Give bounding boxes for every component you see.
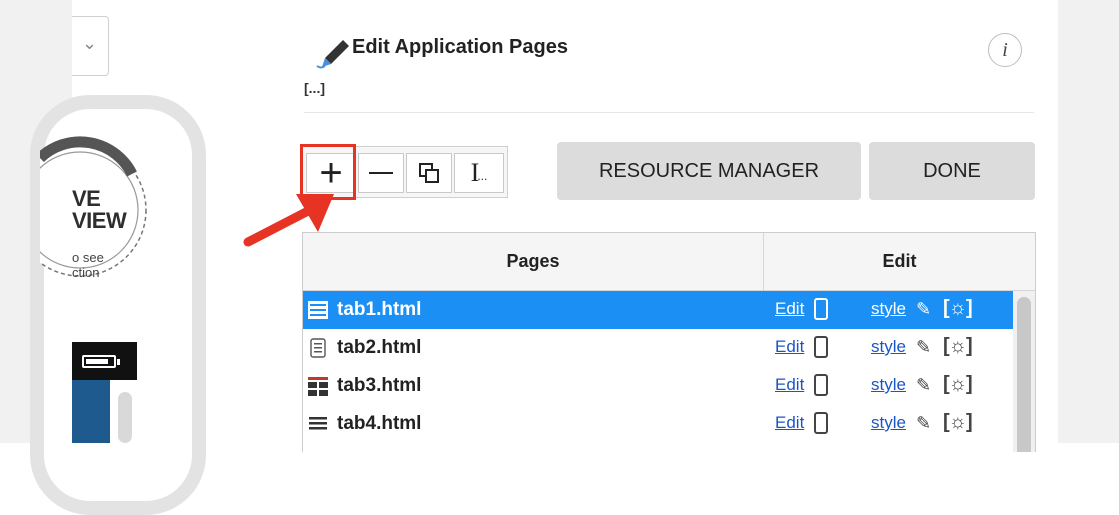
- table-row[interactable]: tab3.html Edit style ✎ [☼]: [303, 367, 1013, 405]
- table-scrollbar[interactable]: [1013, 291, 1035, 452]
- page-name: tab2.html: [337, 337, 422, 358]
- table-row[interactable]: tab1.html Edit style ✎ [☼]: [303, 291, 1013, 329]
- list-icon: [308, 301, 328, 319]
- table-header: Pages Edit: [303, 233, 1035, 291]
- list-icon: [309, 417, 327, 430]
- style-page-link[interactable]: style: [871, 413, 906, 433]
- remove-page-button[interactable]: [358, 153, 404, 193]
- style-page-link[interactable]: style: [871, 375, 906, 395]
- phone-icon: [814, 374, 828, 396]
- header-divider: [304, 112, 1034, 113]
- brush-icon[interactable]: ✎: [916, 413, 931, 434]
- phone-screen: [72, 380, 110, 443]
- table-row[interactable]: tab2.html Edit style ✎ [☼]: [303, 329, 1013, 367]
- page-name: tab4.html: [337, 413, 422, 434]
- pages-table: Pages Edit tab1.html Edit style ✎ [☼] ta…: [302, 232, 1036, 452]
- style-page-link[interactable]: style: [871, 337, 906, 357]
- page-name: tab1.html: [337, 299, 422, 320]
- edit-page-link[interactable]: Edit: [775, 299, 804, 319]
- minus-icon: [369, 172, 393, 174]
- gear-icon[interactable]: [☼]: [943, 335, 973, 358]
- edit-page-link[interactable]: Edit: [775, 375, 804, 395]
- style-page-link[interactable]: style: [871, 299, 906, 319]
- edit-page-link[interactable]: Edit: [775, 413, 804, 433]
- column-header-edit[interactable]: Edit: [764, 233, 1035, 290]
- right-gutter: [1058, 0, 1119, 443]
- device-select-dropdown[interactable]: ⌄: [72, 16, 109, 76]
- phone-icon: [814, 412, 828, 434]
- battery-icon: [82, 355, 120, 368]
- badge-line-2: VIEW: [72, 208, 127, 233]
- table-row[interactable]: tab4.html Edit style ✎ [☼]: [303, 405, 1013, 443]
- description-expander[interactable]: [...]: [304, 80, 325, 96]
- badge-line-3: o see: [72, 250, 104, 265]
- preview-scrollbar[interactable]: [118, 392, 132, 443]
- badge-line-4: ction: [72, 265, 100, 280]
- brush-icon[interactable]: ✎: [916, 375, 931, 396]
- document-icon: [310, 338, 326, 358]
- page-title: Edit Application Pages: [352, 36, 568, 58]
- gear-icon[interactable]: [☼]: [943, 411, 973, 434]
- copy-icon: [419, 163, 439, 183]
- page-name: tab3.html: [337, 375, 422, 396]
- gear-icon[interactable]: [☼]: [943, 373, 973, 396]
- info-icon[interactable]: i: [988, 33, 1022, 67]
- brush-icon[interactable]: ✎: [916, 299, 931, 320]
- brush-icon[interactable]: ✎: [916, 337, 931, 358]
- phone-icon: [814, 298, 828, 320]
- phone-icon: [814, 336, 828, 358]
- column-header-pages[interactable]: Pages: [303, 233, 764, 290]
- phone-status-bar: [72, 342, 137, 380]
- rename-page-button[interactable]: I...: [454, 153, 504, 193]
- duplicate-page-button[interactable]: [406, 153, 452, 193]
- chevron-down-icon: ⌄: [82, 33, 98, 53]
- gear-icon[interactable]: [☼]: [943, 297, 973, 320]
- resource-manager-button[interactable]: RESOURCE MANAGER: [557, 142, 861, 200]
- grid-icon: [308, 377, 328, 396]
- edit-page-link[interactable]: Edit: [775, 337, 804, 357]
- done-button[interactable]: DONE: [869, 142, 1035, 200]
- scrollbar-thumb[interactable]: [1017, 297, 1031, 452]
- rename-ellipsis: ...: [477, 169, 488, 183]
- pencil-icon: [316, 40, 349, 69]
